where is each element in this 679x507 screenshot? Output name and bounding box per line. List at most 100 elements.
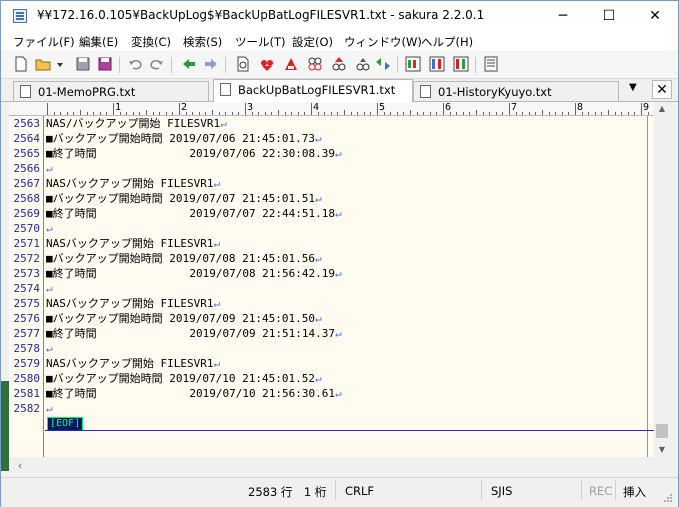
- text-line[interactable]: 2574 ↵: [9, 281, 654, 296]
- text-line[interactable]: 2569 ■終了時間 2019/07/07 22:44:51.18↵: [9, 206, 654, 221]
- settings-icon[interactable]: [453, 56, 469, 72]
- text-line[interactable]: 2573 ■終了時間 2019/07/08 21:56:42.19↵: [9, 266, 654, 281]
- line-number: 2581: [13, 387, 41, 400]
- ruler-tick: [495, 112, 497, 115]
- undo-icon[interactable]: [127, 56, 143, 72]
- menu-edit[interactable]: 編集(E): [79, 34, 118, 50]
- text-line[interactable]: 2576 ■バックアップ開始時間 2019/07/09 21:45:01.50↵: [9, 311, 654, 326]
- ruler-tick: [561, 112, 563, 115]
- minimize-button[interactable]: ─: [540, 1, 586, 31]
- ruler-number: 3: [247, 102, 254, 113]
- menu-tools[interactable]: ツール(T): [235, 34, 286, 50]
- dropdown-icon[interactable]: [55, 56, 65, 72]
- tag-jump-icon[interactable]: [355, 56, 371, 72]
- ruler-tick: [126, 112, 128, 115]
- ruler-tick: [568, 112, 570, 115]
- search-prev-icon[interactable]: [235, 56, 251, 72]
- text-line[interactable]: 2567 NASバックアップ開始 FILESVR1↵: [9, 176, 654, 191]
- text-line[interactable]: 2575 NASバックアップ開始 FILESVR1↵: [9, 296, 654, 311]
- ruler-tick: [614, 112, 616, 115]
- ruler-tick: [53, 112, 55, 115]
- line-number: 2582: [13, 402, 41, 415]
- text-line[interactable]: 2579 NASバックアップ開始 FILESVR1↵: [9, 356, 654, 371]
- text-line[interactable]: 2577 ■終了時間 2019/07/09 21:51:14.37↵: [9, 326, 654, 341]
- text-line[interactable]: 2570 ↵: [9, 221, 654, 236]
- tab-close-button[interactable]: ✕: [652, 80, 672, 99]
- text-line[interactable]: 2578 ↵: [9, 341, 654, 356]
- scroll-left-icon[interactable]: ‹: [13, 457, 27, 474]
- text-line[interactable]: 2564 ■バックアップ開始時間 2019/07/06 21:45:01.73↵: [9, 131, 654, 146]
- text-line[interactable]: 2581 ■終了時間 2019/07/10 21:56:30.61↵: [9, 386, 654, 401]
- ruler-number: 9: [643, 102, 650, 113]
- new-file-icon[interactable]: [13, 56, 29, 72]
- text-line[interactable]: 2572 ■バックアップ開始時間 2019/07/08 21:45:01.56↵: [9, 251, 654, 266]
- tab-list-dropdown-icon[interactable]: ▼: [629, 82, 637, 93]
- menu-help[interactable]: ヘルプ(H): [421, 34, 473, 50]
- ruler-tick: [403, 112, 405, 115]
- line-number: 2575: [13, 297, 41, 310]
- menu-window[interactable]: ウィンドウ(W): [344, 34, 422, 50]
- document-icon: [220, 83, 231, 96]
- status-separator: [581, 480, 582, 500]
- open-file-icon[interactable]: [35, 56, 51, 72]
- grep-replace-icon[interactable]: [331, 56, 347, 72]
- save-all-icon[interactable]: [97, 56, 113, 72]
- horizontal-scrollbar[interactable]: ‹: [9, 457, 654, 474]
- prev-jump-icon[interactable]: [181, 56, 197, 72]
- line-text: ■終了時間 2019/07/07 22:44:51.18↵: [46, 207, 342, 220]
- menu-convert[interactable]: 変換(C): [131, 34, 171, 50]
- line-text: NASバックアップ開始 FILESVR1↵: [46, 357, 221, 370]
- menu-file[interactable]: ファイル(F): [13, 34, 75, 50]
- vertical-scrollbar[interactable]: ▲ ▼: [654, 102, 670, 457]
- tab-backup-log[interactable]: BackUpBatLogFILESVR1.txt: [213, 79, 413, 102]
- ruler-tick: [264, 112, 266, 115]
- ruler-tick: [146, 110, 147, 115]
- menu-settings[interactable]: 設定(O): [292, 34, 333, 50]
- title-bar[interactable]: ¥¥172.16.0.105¥BackUpLog$¥BackUpBatLogFI…: [1, 1, 678, 31]
- search-next-icon[interactable]: [259, 56, 275, 72]
- text-line[interactable]: 2568 ■バックアップ開始時間 2019/07/07 21:45:01.51↵: [9, 191, 654, 206]
- encoding[interactable]: SJIS: [491, 484, 512, 498]
- text-line[interactable]: 2582 ↵: [9, 401, 654, 416]
- close-button[interactable]: ✕: [632, 1, 678, 31]
- file-list-icon[interactable]: [483, 56, 499, 72]
- return-mark-icon: ↵: [314, 132, 322, 145]
- vertical-scroll-thumb[interactable]: [656, 424, 668, 438]
- ruler-tick: [390, 112, 392, 115]
- grep-icon[interactable]: [307, 56, 323, 72]
- ruler-tick: [284, 112, 286, 115]
- line-text: ■終了時間 2019/07/09 21:51:14.37↵: [46, 327, 342, 340]
- scroll-up-icon[interactable]: ▲: [654, 102, 670, 116]
- text-line[interactable]: 2580 ■バックアップ開始時間 2019/07/10 21:45:01.52↵: [9, 371, 654, 386]
- ruler-tick: [47, 103, 48, 115]
- ruler-tick: [627, 112, 629, 115]
- menu-search[interactable]: 検索(S): [183, 34, 222, 50]
- redo-icon[interactable]: [149, 56, 165, 72]
- tab-memo-prg[interactable]: 01-MemoPRG.txt: [13, 81, 209, 101]
- tab-history-kyuyo[interactable]: 01-HistoryKyuyo.txt: [413, 81, 619, 101]
- maximize-button[interactable]: ☐: [586, 1, 632, 31]
- return-mark-icon: ↵: [314, 252, 322, 265]
- return-mark-icon: ↵: [46, 162, 53, 175]
- next-jump-icon[interactable]: [203, 56, 219, 72]
- macro-icon[interactable]: [429, 56, 445, 72]
- save-icon[interactable]: [75, 56, 91, 72]
- return-mark-icon: ↵: [46, 282, 53, 295]
- text-line[interactable]: 2566 ↵: [9, 161, 654, 176]
- ruler-tick: [575, 103, 576, 115]
- text-line[interactable]: 2571 NASバックアップ開始 FILESVR1↵: [9, 236, 654, 251]
- compare-icon[interactable]: [375, 56, 391, 72]
- ruler-tick: [429, 112, 431, 115]
- caret-position: 2583 行 1 桁: [248, 485, 327, 499]
- scroll-down-icon[interactable]: ▼: [654, 443, 670, 457]
- resize-grip-icon[interactable]: [663, 488, 673, 502]
- line-ending[interactable]: CRLF: [345, 484, 374, 498]
- outline-icon[interactable]: [405, 56, 421, 72]
- window-title: ¥¥172.16.0.105¥BackUpLog$¥BackUpBatLogFI…: [37, 8, 485, 22]
- insert-mode[interactable]: 挿入: [623, 484, 646, 500]
- return-mark-icon: ↵: [335, 207, 342, 220]
- text-editor[interactable]: 123456789 2563 NAS/バックアップ開始 FILESVR1↵ 2564…: [9, 102, 656, 457]
- text-line[interactable]: 2563 NAS/バックアップ開始 FILESVR1↵: [9, 116, 654, 131]
- text-line[interactable]: 2565 ■終了時間 2019/07/06 22:30:08.39↵: [9, 146, 654, 161]
- search-mark-icon[interactable]: [283, 56, 299, 72]
